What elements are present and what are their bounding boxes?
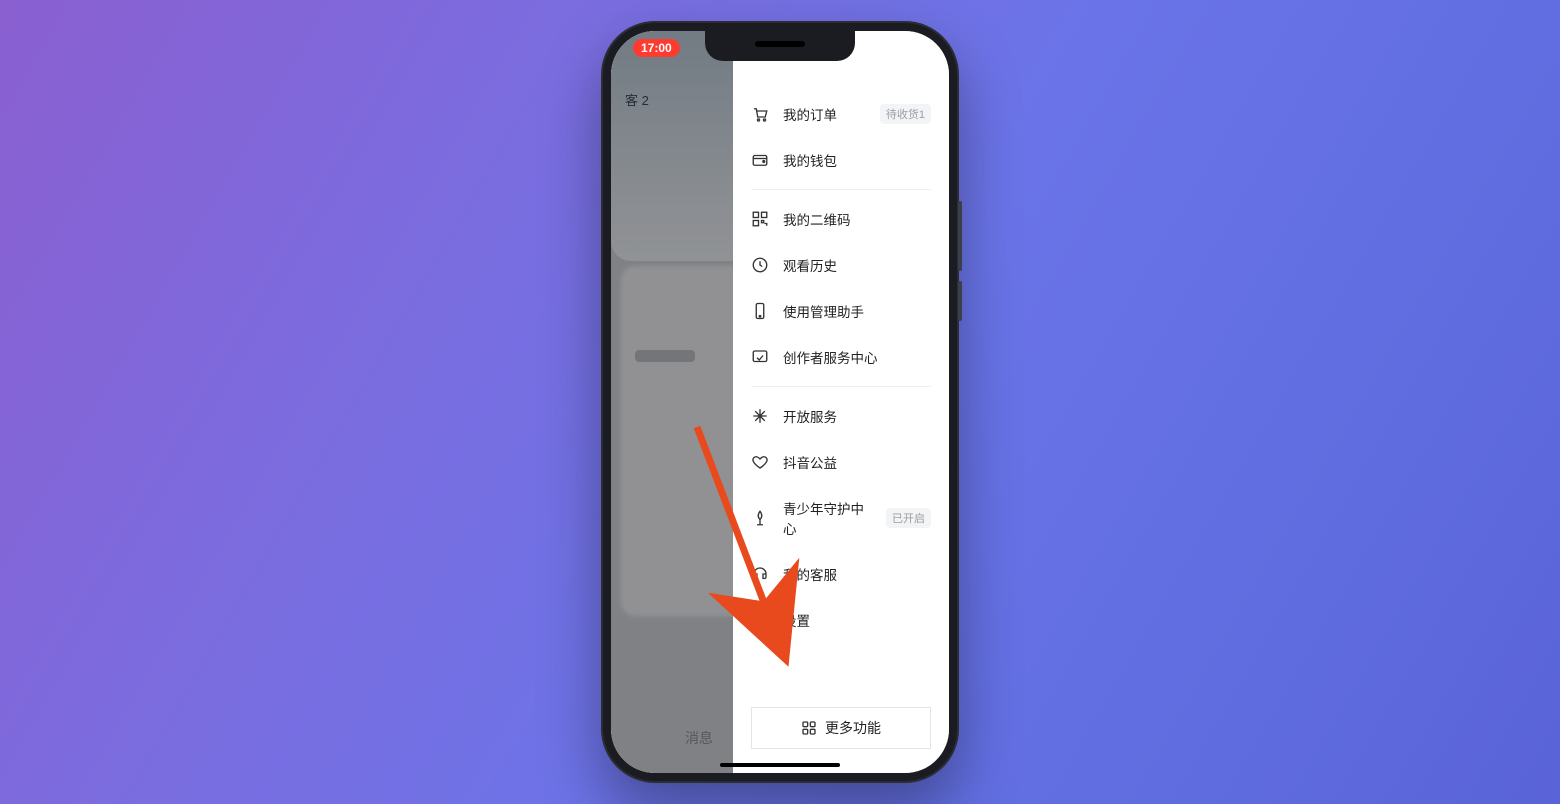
- menu-item-label: 我的订单: [783, 104, 866, 124]
- creator-icon: [751, 348, 769, 366]
- menu-item-wallet[interactable]: 我的钱包: [733, 137, 949, 183]
- notch: [705, 31, 855, 61]
- youth-icon: [751, 509, 769, 527]
- menu-item-qr[interactable]: 我的二维码: [733, 196, 949, 242]
- menu-item-label: 我的二维码: [783, 209, 931, 229]
- history-icon: [751, 256, 769, 274]
- menu-item-label: 开放服务: [783, 406, 931, 426]
- menu-item-label: 设置: [783, 610, 931, 630]
- support-icon: [751, 565, 769, 583]
- menu-item-history[interactable]: 观看历史: [733, 242, 949, 288]
- menu-item-services[interactable]: 开放服务: [733, 393, 949, 439]
- menu-item-label: 我的钱包: [783, 150, 931, 170]
- cart-icon: [751, 105, 769, 123]
- menu-item-badge: 待收货1: [880, 104, 931, 124]
- menu-item-phone[interactable]: 使用管理助手: [733, 288, 949, 334]
- menu-item-label: 创作者服务中心: [783, 347, 931, 367]
- phone-frame: 17:00 客 2 消息 我 我的订单待收货1我的钱包我的二维: [601, 21, 959, 783]
- qr-icon: [751, 210, 769, 228]
- side-drawer: 我的订单待收货1 我的钱包我的二维码观看历史使用管理助手创作者服务中心开放服务抖音…: [733, 31, 949, 773]
- heart-icon: [751, 453, 769, 471]
- menu-item-youth[interactable]: 青少年守护中心已开启: [733, 485, 949, 551]
- wallet-icon: [751, 151, 769, 169]
- more-functions-label: 更多功能: [825, 718, 881, 738]
- menu-item-heart[interactable]: 抖音公益: [733, 439, 949, 485]
- menu-item-settings[interactable]: 设置: [733, 597, 949, 643]
- menu-item-creator[interactable]: 创作者服务中心: [733, 334, 949, 380]
- menu-item-cart[interactable]: 我的订单待收货1: [733, 91, 949, 137]
- menu-item-badge: 已开启: [886, 508, 931, 528]
- menu-item-label: 我的客服: [783, 564, 931, 584]
- phone-screen: 17:00 客 2 消息 我 我的订单待收货1我的钱包我的二维: [611, 31, 949, 773]
- phone-icon: [751, 302, 769, 320]
- menu-item-label: 使用管理助手: [783, 301, 931, 321]
- settings-icon: [751, 611, 769, 629]
- status-time-pill: 17:00: [633, 39, 680, 57]
- grid-icon: [801, 720, 817, 736]
- more-functions-button[interactable]: 更多功能: [751, 707, 931, 749]
- menu-item-label: 青少年守护中心: [783, 498, 872, 538]
- menu-item-label: 观看历史: [783, 255, 931, 275]
- menu-item-label: 抖音公益: [783, 452, 931, 472]
- services-icon: [751, 407, 769, 425]
- menu-item-support[interactable]: 我的客服: [733, 551, 949, 597]
- menu-separator: [751, 189, 931, 190]
- home-indicator: [720, 763, 840, 767]
- menu-separator: [751, 386, 931, 387]
